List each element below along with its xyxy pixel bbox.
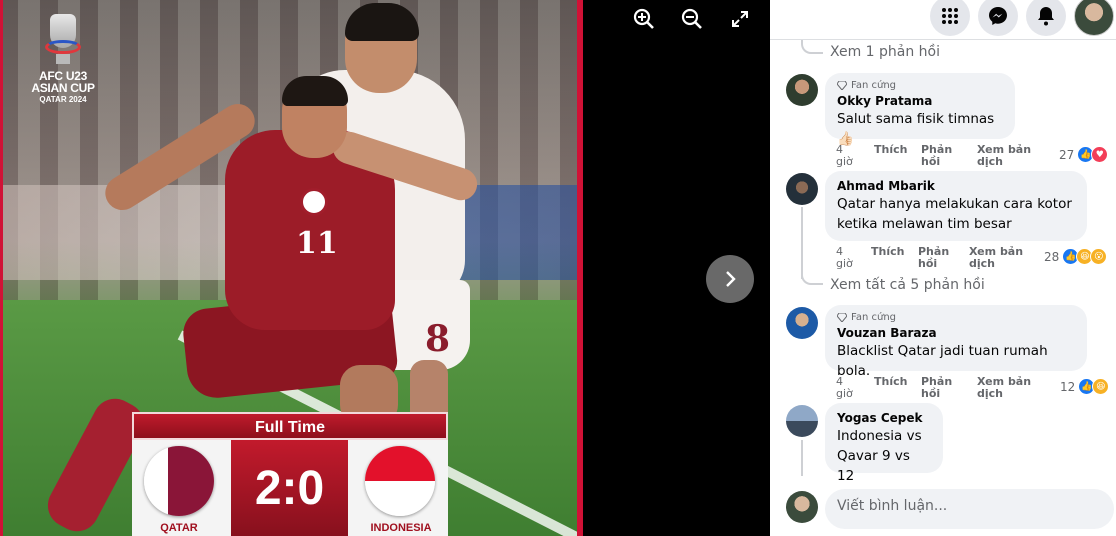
comment-time[interactable]: 4 giờ bbox=[836, 376, 854, 400]
zoom-in-button[interactable] bbox=[631, 6, 657, 32]
messenger-button[interactable] bbox=[978, 0, 1018, 36]
love-reaction-icon: ♥ bbox=[1091, 146, 1109, 163]
photo-viewer-page: 8 11 AFC U23 ASIAN CUP QATAR 2024 Full T… bbox=[0, 0, 1116, 536]
reaction-summary[interactable]: 27 👍 ♥ bbox=[1059, 146, 1109, 163]
home-team-name: QATAR bbox=[160, 522, 198, 534]
trophy-icon bbox=[42, 14, 84, 64]
commenter-name[interactable]: Ahmad Mbarik bbox=[837, 178, 1075, 194]
indonesia-player-number: 8 bbox=[425, 318, 451, 360]
comment-time[interactable]: 4 giờ bbox=[836, 144, 854, 168]
comment-bubble: Yogas Cepek Indonesia vs Qavar 9 vs 12 bbox=[825, 403, 943, 484]
diamond-icon bbox=[837, 81, 847, 90]
next-photo-button[interactable] bbox=[706, 255, 754, 303]
commenter-name[interactable]: Okky Pratama bbox=[837, 93, 1003, 109]
commenter-name[interactable]: Yogas Cepek bbox=[837, 410, 931, 426]
photo-border-left bbox=[0, 0, 3, 536]
menu-button[interactable] bbox=[930, 0, 970, 36]
haha-reaction-icon: 😆 bbox=[1092, 378, 1110, 395]
photo-viewer: 8 11 AFC U23 ASIAN CUP QATAR 2024 Full T… bbox=[0, 0, 770, 536]
fullscreen-icon bbox=[732, 11, 748, 27]
qatar-flag-icon bbox=[144, 446, 214, 516]
comment-bubble: Fan cứng Okky Pratama Salut sama fisik t… bbox=[825, 73, 1015, 147]
reply-action[interactable]: Phản hồi bbox=[921, 144, 952, 168]
thread-line bbox=[801, 207, 803, 279]
thread-line bbox=[801, 440, 803, 476]
fan-badge-label: Fan cứng bbox=[851, 312, 896, 323]
like-action[interactable]: Thích bbox=[874, 144, 907, 156]
profile-avatar[interactable] bbox=[1074, 0, 1114, 36]
bell-icon bbox=[1038, 7, 1054, 26]
qatar-player-number: 11 bbox=[296, 226, 338, 261]
translate-action[interactable]: Xem bản dịch bbox=[977, 376, 1039, 400]
comment-time[interactable]: 4 giờ bbox=[836, 246, 854, 270]
commenter-name[interactable]: Vouzan Baraza bbox=[837, 325, 1075, 341]
away-team-name: INDONESIA bbox=[370, 522, 432, 534]
reaction-count: 12 bbox=[1060, 379, 1076, 394]
comment-text: Qatar hanya melakukan cara kotor ketika … bbox=[837, 196, 1072, 232]
reaction-count: 28 bbox=[1044, 249, 1060, 264]
match-status: Full Time bbox=[132, 412, 448, 440]
logo-line-2: ASIAN CUP bbox=[31, 81, 95, 95]
wow-reaction-icon: 😮 bbox=[1090, 248, 1108, 265]
diamond-icon bbox=[837, 313, 847, 322]
qatar-crest-icon bbox=[300, 188, 328, 216]
like-action[interactable]: Thích bbox=[874, 376, 907, 388]
logo-line-3: QATAR 2024 bbox=[39, 95, 87, 104]
notifications-button[interactable] bbox=[1026, 0, 1066, 36]
comment-input[interactable]: Viết bình luận... bbox=[825, 489, 1114, 529]
zoom-out-button[interactable] bbox=[679, 6, 705, 32]
match-photo: 8 11 AFC U23 ASIAN CUP QATAR 2024 Full T… bbox=[0, 0, 583, 536]
current-user-avatar[interactable] bbox=[786, 491, 818, 523]
avatar[interactable] bbox=[786, 307, 818, 339]
scoreboard: Full Time 2:0 QATAR INDONESIA bbox=[132, 412, 448, 536]
chevron-right-icon bbox=[726, 271, 736, 287]
thread-connector bbox=[801, 271, 823, 285]
messenger-icon bbox=[989, 7, 1007, 25]
comment-bubble: Ahmad Mbarik Qatar hanya melakukan cara … bbox=[825, 171, 1087, 241]
view-all-replies-link[interactable]: Xem tất cả 5 phản hồi bbox=[830, 277, 985, 293]
zoom-in-icon bbox=[633, 8, 654, 29]
reply-action[interactable]: Phản hồi bbox=[918, 246, 949, 270]
fan-badge: Fan cứng bbox=[837, 312, 1075, 323]
thread-connector bbox=[801, 40, 823, 54]
fan-badge: Fan cứng bbox=[837, 80, 1003, 91]
reaction-summary[interactable]: 12 👍 😆 bbox=[1060, 378, 1110, 395]
qatar-player-hair bbox=[282, 76, 348, 106]
reaction-summary[interactable]: 28 👍 😆 😮 bbox=[1044, 248, 1108, 265]
avatar[interactable] bbox=[786, 74, 818, 106]
avatar[interactable] bbox=[786, 405, 818, 437]
translate-action[interactable]: Xem bản dịch bbox=[969, 246, 1031, 270]
zoom-out-icon bbox=[681, 8, 702, 29]
translate-action[interactable]: Xem bản dịch bbox=[977, 144, 1039, 168]
like-action[interactable]: Thích bbox=[871, 246, 904, 258]
reaction-count: 27 bbox=[1059, 147, 1075, 162]
comment-panel: Xem 1 phản hồi Fan cứng Okky Pratama Sal… bbox=[770, 0, 1116, 536]
fullscreen-button[interactable] bbox=[727, 6, 753, 32]
reply-action[interactable]: Phản hồi bbox=[921, 376, 952, 400]
avatar[interactable] bbox=[786, 173, 818, 205]
top-navigation bbox=[770, 0, 1116, 40]
photo-border-right bbox=[577, 0, 583, 536]
indonesia-flag-icon bbox=[365, 446, 435, 516]
grid-menu-icon bbox=[942, 8, 958, 24]
comment-text: Blacklist Qatar jadi tuan rumah bola. bbox=[837, 343, 1048, 379]
fan-badge-label: Fan cứng bbox=[851, 80, 896, 91]
comment-text: Indonesia vs Qavar 9 vs 12 bbox=[837, 428, 922, 484]
view-reply-link[interactable]: Xem 1 phản hồi bbox=[830, 44, 940, 60]
score-value: 2:0 bbox=[231, 440, 348, 536]
afc-u23-logo: AFC U23 ASIAN CUP QATAR 2024 bbox=[18, 14, 108, 105]
comment-bubble: Fan cứng Vouzan Baraza Blacklist Qatar j… bbox=[825, 305, 1087, 379]
